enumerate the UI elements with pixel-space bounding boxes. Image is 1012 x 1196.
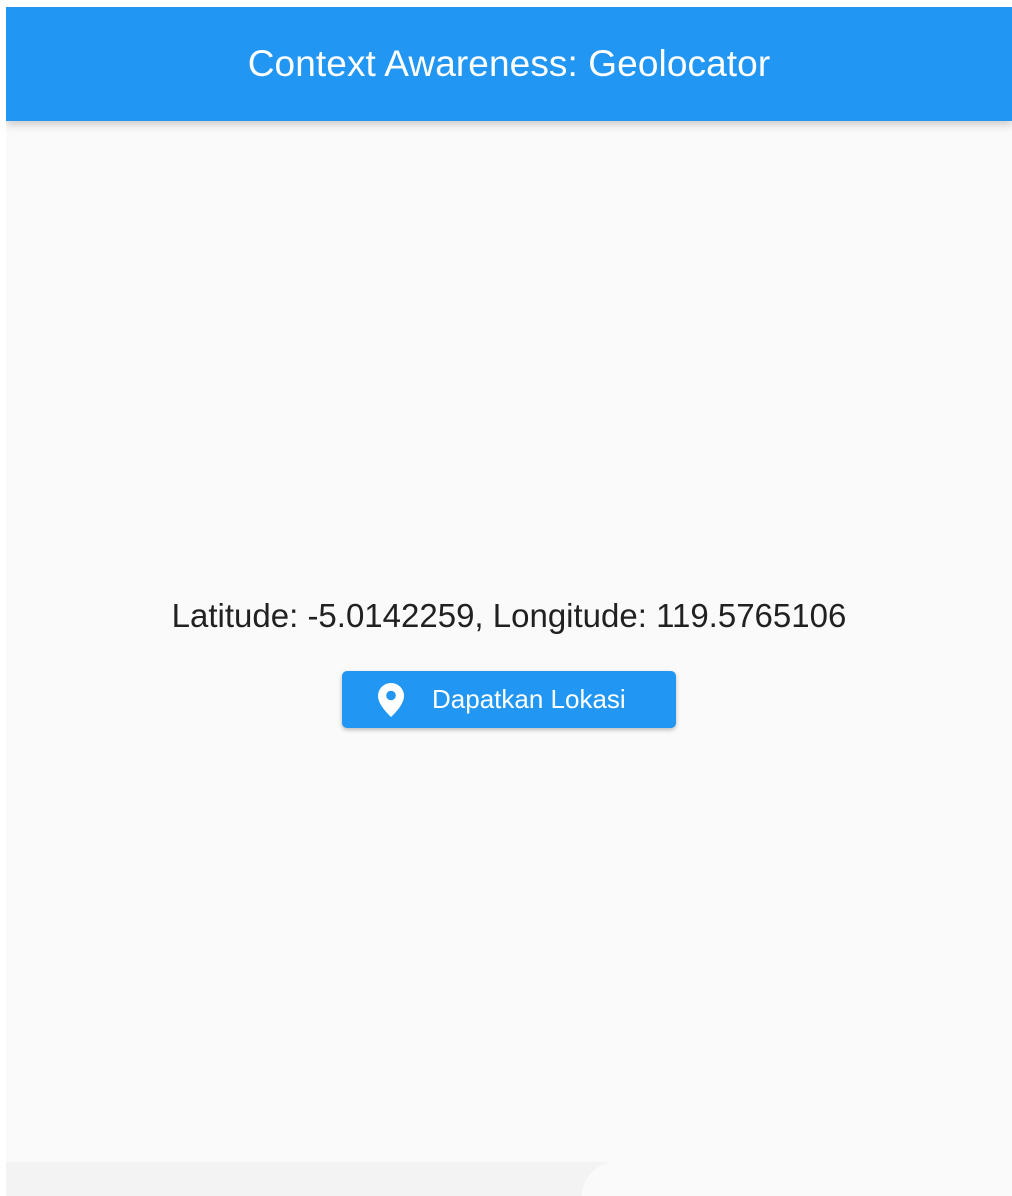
app-bar: Context Awareness: Geolocator <box>6 7 1012 121</box>
location-coordinates-text: Latitude: -5.0142259, Longitude: 119.576… <box>171 597 847 634</box>
get-location-button[interactable]: Dapatkan Lokasi <box>342 671 676 728</box>
app-canvas: Context Awareness: Geolocator Latitude: … <box>6 7 1012 1196</box>
get-location-button-label: Dapatkan Lokasi <box>432 684 626 714</box>
location-panel: Latitude: -5.0142259, Longitude: 119.576… <box>6 591 1012 728</box>
bottom-edge-right <box>582 1162 1012 1196</box>
app-screen: Context Awareness: Geolocator Latitude: … <box>0 0 1012 1196</box>
location-pin-icon <box>376 682 406 718</box>
app-bar-title: Context Awareness: Geolocator <box>247 43 771 84</box>
main-body: Latitude: -5.0142259, Longitude: 119.576… <box>6 121 1012 1196</box>
